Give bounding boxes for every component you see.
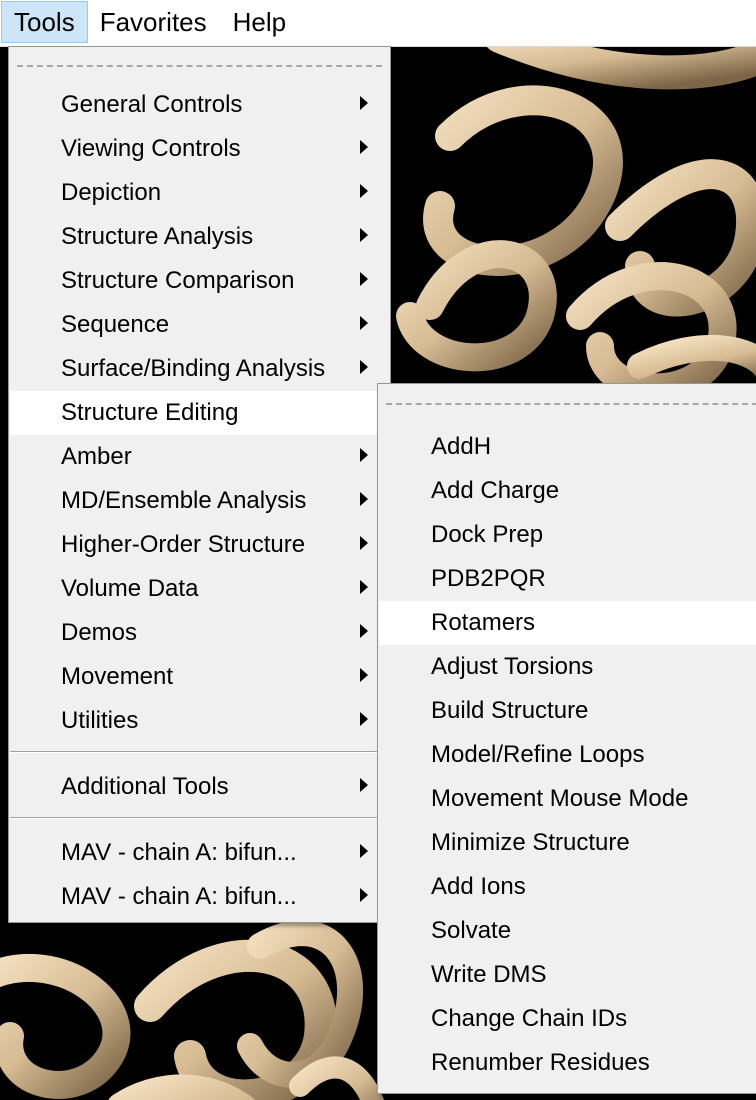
tools-dropdown-menu: General Controls Viewing Controls Depict… xyxy=(8,46,391,923)
menu-item-structure-analysis[interactable]: Structure Analysis xyxy=(10,215,389,259)
menu-tools[interactable]: Tools xyxy=(1,1,88,43)
submenu-arrow-icon xyxy=(360,184,368,198)
menu-item-rotamers[interactable]: Rotamers xyxy=(379,601,756,645)
menu-item-renumber-residues[interactable]: Renumber Residues xyxy=(379,1041,756,1085)
menu-item-movement[interactable]: Movement xyxy=(10,655,389,699)
submenu-arrow-icon xyxy=(360,712,368,726)
menu-item-write-dms[interactable]: Write DMS xyxy=(379,953,756,997)
menu-item-surface-binding-analysis[interactable]: Surface/Binding Analysis xyxy=(10,347,389,391)
menu-item-amber[interactable]: Amber xyxy=(10,435,389,479)
menu-item-label: Viewing Controls xyxy=(61,135,241,162)
menu-item-minimize-structure[interactable]: Minimize Structure xyxy=(379,821,756,865)
menu-item-depiction[interactable]: Depiction xyxy=(10,171,389,215)
menu-item-sequence[interactable]: Sequence xyxy=(10,303,389,347)
menu-item-label: Sequence xyxy=(61,311,170,338)
menu-item-build-structure[interactable]: Build Structure xyxy=(379,689,756,733)
menu-item-utilities[interactable]: Utilities xyxy=(10,699,389,743)
menu-item-label: Structure Comparison xyxy=(61,267,295,294)
menu-item-label: MAV - chain A: bifun... xyxy=(61,839,297,866)
menu-help[interactable]: Help xyxy=(220,2,299,42)
menu-item-label: Additional Tools xyxy=(61,773,229,800)
submenu-arrow-icon xyxy=(360,448,368,462)
menu-favorites[interactable]: Favorites xyxy=(87,2,220,42)
structure-editing-submenu: AddH Add Charge Dock Prep PDB2PQR Rotame… xyxy=(377,383,756,1094)
tearoff-line[interactable] xyxy=(17,65,382,67)
menu-item-adjust-torsions[interactable]: Adjust Torsions xyxy=(379,645,756,689)
menu-item-add-ions[interactable]: Add Ions xyxy=(379,865,756,909)
menu-separator xyxy=(10,817,389,819)
menu-item-viewing-controls[interactable]: Viewing Controls xyxy=(10,127,389,171)
menu-item-structure-comparison[interactable]: Structure Comparison xyxy=(10,259,389,303)
menu-item-add-charge[interactable]: Add Charge xyxy=(379,469,756,513)
menu-item-addh[interactable]: AddH xyxy=(379,425,756,469)
menu-item-higher-order-structure[interactable]: Higher-Order Structure xyxy=(10,523,389,567)
menu-item-movement-mouse-mode[interactable]: Movement Mouse Mode xyxy=(379,777,756,821)
submenu-arrow-icon xyxy=(360,624,368,638)
menu-item-pdb2pqr[interactable]: PDB2PQR xyxy=(379,557,756,601)
tearoff-line[interactable] xyxy=(386,403,756,405)
submenu-arrow-icon xyxy=(360,844,368,858)
menu-item-dock-prep[interactable]: Dock Prep xyxy=(379,513,756,557)
menu-item-label: Volume Data xyxy=(61,575,199,602)
menu-bar: Tools Favorites Help xyxy=(0,0,756,47)
submenu-arrow-icon xyxy=(360,580,368,594)
menu-item-model-refine-loops[interactable]: Model/Refine Loops xyxy=(379,733,756,777)
menu-item-md-ensemble-analysis[interactable]: MD/Ensemble Analysis xyxy=(10,479,389,523)
submenu-arrow-icon xyxy=(360,140,368,154)
submenu-arrow-icon xyxy=(360,888,368,902)
menu-item-label: General Controls xyxy=(61,91,243,118)
menu-item-change-chain-ids[interactable]: Change Chain IDs xyxy=(379,997,756,1041)
submenu-arrow-icon xyxy=(360,316,368,330)
menu-item-label: Amber xyxy=(61,443,132,470)
menu-item-additional-tools[interactable]: Additional Tools xyxy=(10,765,389,809)
menu-item-label: Surface/Binding Analysis xyxy=(61,355,326,382)
menu-item-label: Movement xyxy=(61,663,174,690)
menu-item-demos[interactable]: Demos xyxy=(10,611,389,655)
menu-item-solvate[interactable]: Solvate xyxy=(379,909,756,953)
menu-item-general-controls[interactable]: General Controls xyxy=(10,83,389,127)
menu-item-label: MD/Ensemble Analysis xyxy=(61,487,307,514)
submenu-arrow-icon xyxy=(360,360,368,374)
submenu-arrow-icon xyxy=(360,668,368,682)
submenu-arrow-icon xyxy=(360,96,368,110)
menu-item-label: Structure Editing xyxy=(61,399,239,426)
menu-item-mav-1[interactable]: MAV - chain A: bifun... xyxy=(10,831,389,875)
menu-item-label: Depiction xyxy=(61,179,162,206)
submenu-arrow-icon xyxy=(360,272,368,286)
menu-item-label: MAV - chain A: bifun... xyxy=(61,883,297,910)
submenu-arrow-icon xyxy=(360,778,368,792)
menu-item-volume-data[interactable]: Volume Data xyxy=(10,567,389,611)
submenu-arrow-icon xyxy=(360,492,368,506)
menu-item-structure-editing[interactable]: Structure Editing xyxy=(10,391,389,435)
menu-item-label: Higher-Order Structure xyxy=(61,531,306,558)
submenu-arrow-icon xyxy=(360,536,368,550)
submenu-arrow-icon xyxy=(360,228,368,242)
menu-item-label: Structure Analysis xyxy=(61,223,254,250)
menu-separator xyxy=(10,751,389,753)
menu-item-label: Utilities xyxy=(61,707,139,734)
menu-item-mav-2[interactable]: MAV - chain A: bifun... xyxy=(10,875,389,919)
menu-item-label: Demos xyxy=(61,619,138,646)
